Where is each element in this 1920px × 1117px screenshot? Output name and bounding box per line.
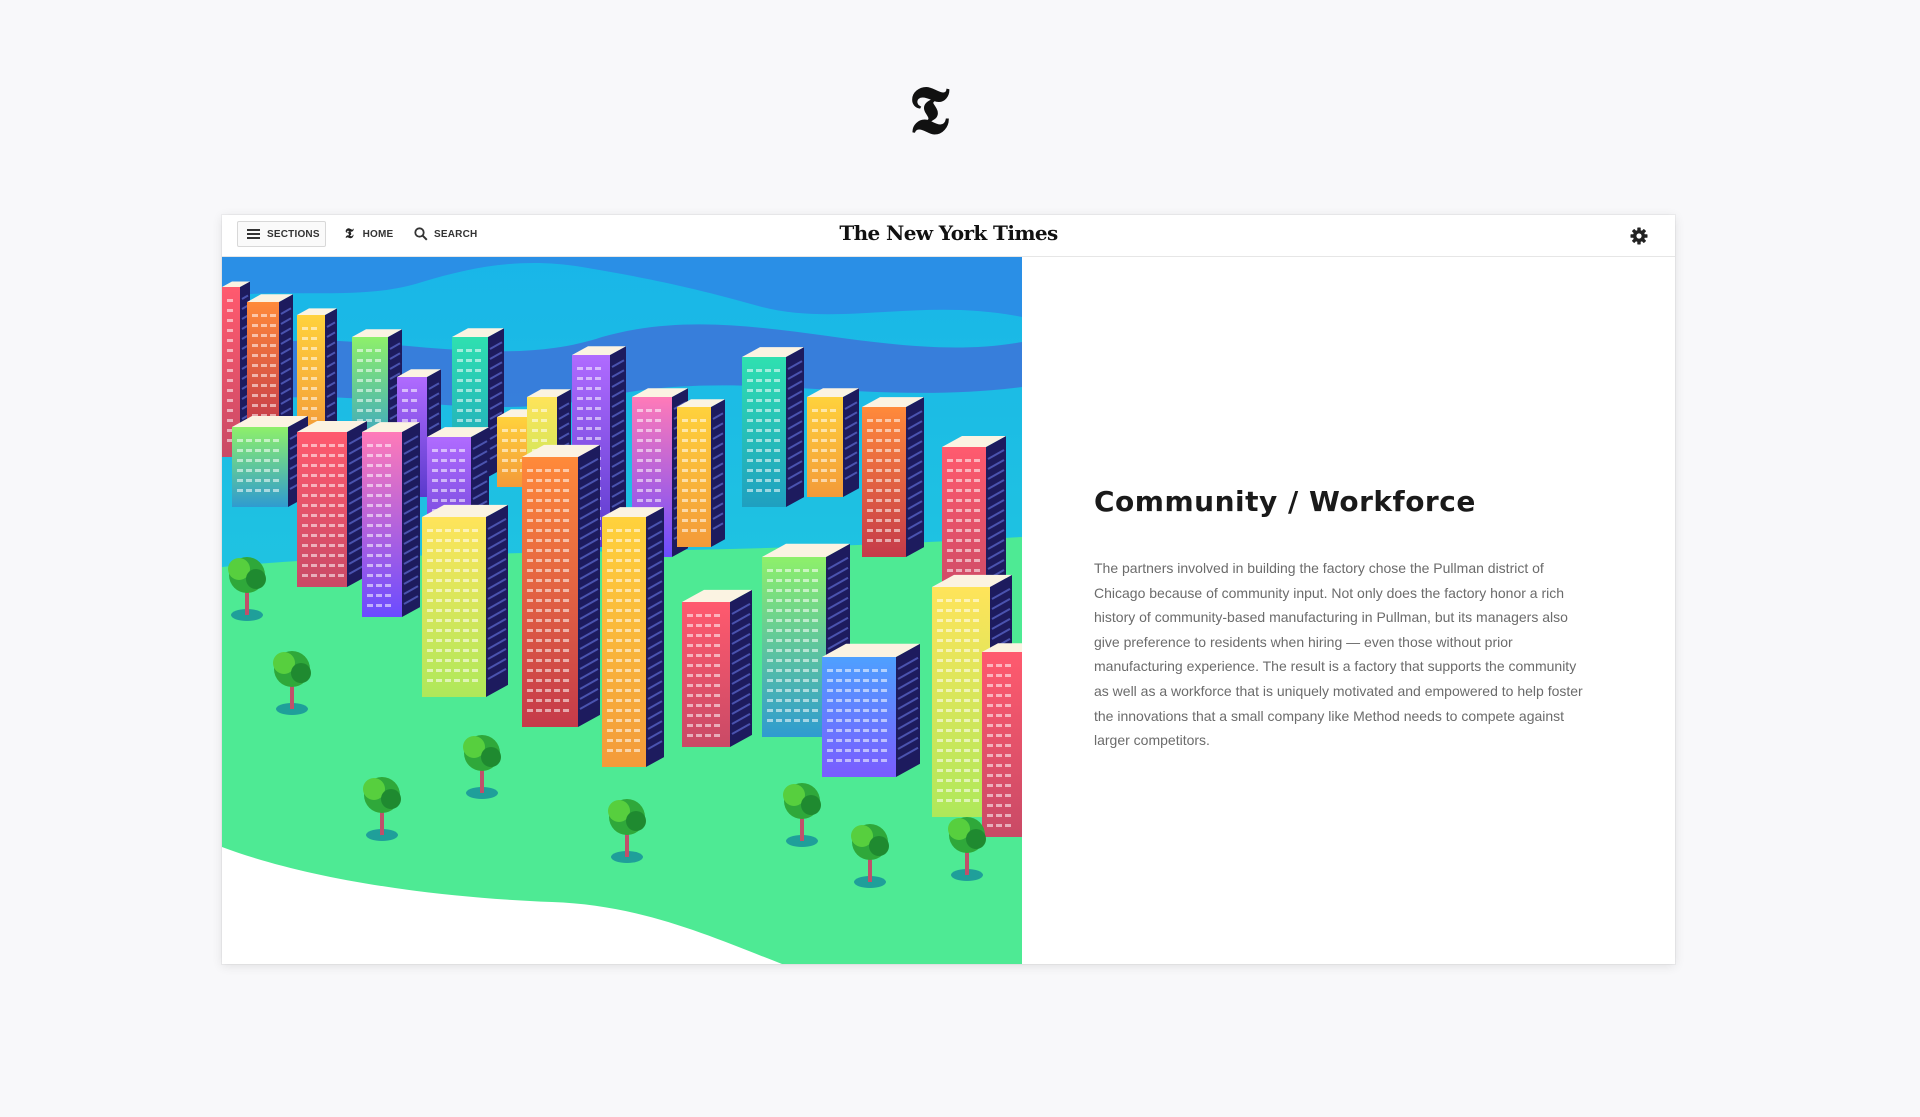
city-illustration: [222, 257, 1022, 964]
gear-icon[interactable]: [1629, 226, 1649, 246]
nyt-t-logo: 𝕿: [908, 71, 950, 149]
article-body: The partners involved in building the fa…: [1094, 560, 1583, 749]
chicago-skyline-illustration: [222, 257, 1022, 964]
browser-frame: SECTIONS 𝕿 HOME SEARCH The New York Time…: [222, 215, 1675, 964]
nyt-top-bar: SECTIONS 𝕿 HOME SEARCH The New York Time…: [222, 215, 1675, 257]
article-content: Community / Workforce The partners invol…: [1094, 485, 1604, 753]
article-heading: Community / Workforce: [1094, 485, 1476, 518]
nyt-masthead[interactable]: The New York Times: [222, 221, 1675, 245]
